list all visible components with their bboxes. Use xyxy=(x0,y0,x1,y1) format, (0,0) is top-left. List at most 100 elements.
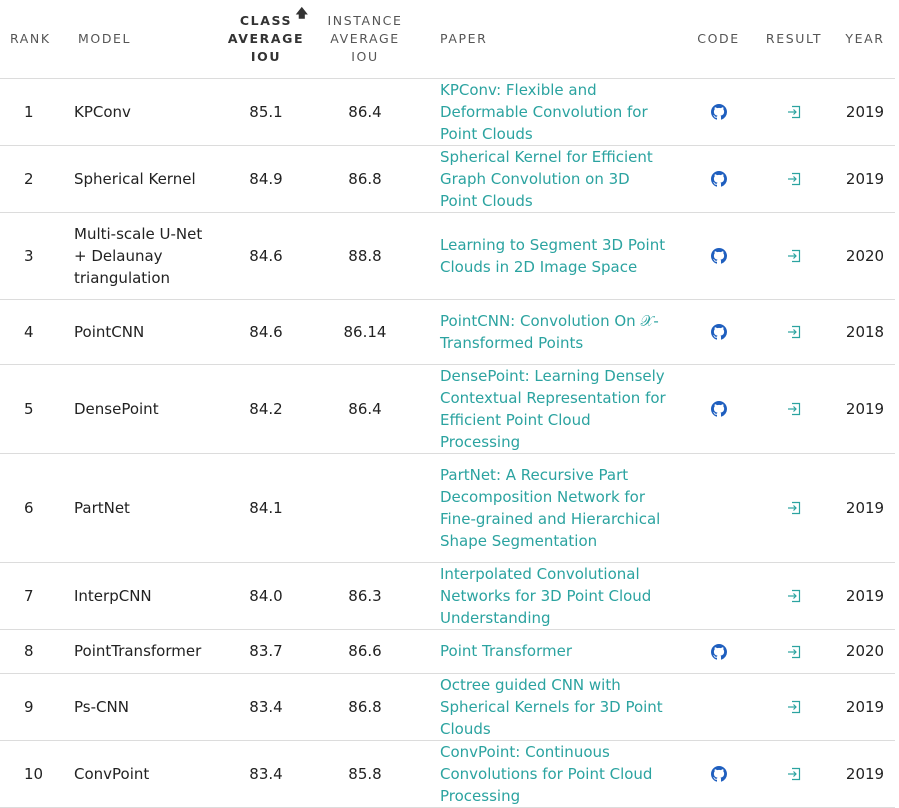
github-icon[interactable] xyxy=(710,103,727,121)
year-cell: 2018 xyxy=(835,299,895,365)
paper-link[interactable]: KPConv: Flexible and Deformable Convolut… xyxy=(440,79,670,145)
code-cell xyxy=(684,78,753,146)
paper-link[interactable]: Spherical Kernel for Efficient Graph Con… xyxy=(440,146,670,212)
paper-link[interactable]: Interpolated Convolutional Networks for … xyxy=(440,563,670,629)
result-link-icon[interactable] xyxy=(786,698,802,716)
table-row[interactable]: 3 Multi-scale U-Net + Delaunay triangulat… xyxy=(0,212,895,300)
table-body: 1 KPConv 85.1 86.4 KPConv: Flexible and Defo… xyxy=(0,78,895,808)
result-link-icon[interactable] xyxy=(786,499,802,517)
class-average-iou-cell: 84.6 xyxy=(220,212,312,300)
header-class-average-iou-label: CLASS AVERAGE IOU xyxy=(227,12,305,64)
table-row[interactable]: 1 KPConv 85.1 86.4 KPConv: Flexible and Defo… xyxy=(0,78,895,146)
code-cell xyxy=(684,299,753,365)
year-cell: 2019 xyxy=(835,145,895,213)
result-link-icon[interactable] xyxy=(786,587,802,605)
table-row[interactable]: 9 Ps-CNN 83.4 86.8 Octree guided CNN with Sp… xyxy=(0,673,895,741)
header-result[interactable]: RESULT xyxy=(753,0,835,79)
class-average-iou-cell: 84.0 xyxy=(220,562,312,630)
table-row[interactable]: 5 DensePoint 84.2 86.4 DensePoint: Learning … xyxy=(0,364,895,454)
result-link-icon[interactable] xyxy=(786,642,802,660)
code-cell xyxy=(684,212,753,300)
year-cell: 2019 xyxy=(835,453,895,563)
paper-link[interactable]: Octree guided CNN with Spherical Kernels… xyxy=(440,674,670,740)
header-class-average-iou[interactable]: CLASS AVERAGE IOU 🡅 xyxy=(220,0,312,79)
result-cell xyxy=(753,364,835,454)
rank-cell: 5 xyxy=(0,364,60,454)
rank-cell: 4 xyxy=(0,299,60,365)
instance-average-iou-cell: 86.8 xyxy=(312,673,418,741)
class-average-iou-cell: 85.1 xyxy=(220,78,312,146)
paper-cell: Interpolated Convolutional Networks for … xyxy=(418,562,684,630)
rank-cell: 3 xyxy=(0,212,60,300)
model-cell: DensePoint xyxy=(60,364,220,454)
year-cell: 2019 xyxy=(835,78,895,146)
result-cell xyxy=(753,78,835,146)
header-row: RANK MODEL CLASS AVERAGE IOU 🡅 INSTANCE … xyxy=(0,0,895,79)
result-link-icon[interactable] xyxy=(786,170,802,188)
instance-average-iou-cell: 85.8 xyxy=(312,740,418,808)
header-year[interactable]: YEAR xyxy=(835,0,895,79)
code-cell xyxy=(684,364,753,454)
table-row[interactable]: 6 PartNet 84.1 PartNet: A Recursive Part De… xyxy=(0,453,895,563)
table-row[interactable]: 4 PointCNN 84.6 86.14 PointCNN: Convolution … xyxy=(0,299,895,365)
instance-average-iou-cell: 88.8 xyxy=(312,212,418,300)
result-link-icon[interactable] xyxy=(786,765,802,783)
github-icon[interactable] xyxy=(710,247,727,265)
class-average-iou-cell: 83.4 xyxy=(220,673,312,741)
rank-cell: 8 xyxy=(0,629,60,674)
paper-link[interactable]: PointCNN: Convolution On 𝒳-Transformed P… xyxy=(440,310,670,354)
result-link-icon[interactable] xyxy=(786,323,802,341)
paper-cell: DensePoint: Learning Densely Contextual … xyxy=(418,364,684,454)
paper-link[interactable]: PartNet: A Recursive Part Decomposition … xyxy=(440,464,670,552)
model-cell: KPConv xyxy=(60,78,220,146)
paper-cell: ConvPoint: Continuous Convolutions for P… xyxy=(418,740,684,808)
paper-link[interactable]: Learning to Segment 3D Point Clouds in 2… xyxy=(440,234,670,278)
result-link-icon[interactable] xyxy=(786,247,802,265)
github-icon[interactable] xyxy=(710,323,727,341)
github-icon[interactable] xyxy=(710,765,727,783)
code-cell xyxy=(684,740,753,808)
header-model[interactable]: MODEL xyxy=(60,0,220,79)
class-average-iou-cell: 83.7 xyxy=(220,629,312,674)
header-rank[interactable]: RANK xyxy=(0,0,60,79)
header-paper[interactable]: PAPER xyxy=(418,0,684,79)
header-code[interactable]: CODE xyxy=(684,0,753,79)
github-icon[interactable] xyxy=(710,170,727,188)
instance-average-iou-cell: 86.3 xyxy=(312,562,418,630)
table-row[interactable]: 10 ConvPoint 83.4 85.8 ConvPoint: Continuous… xyxy=(0,740,895,808)
code-cell xyxy=(684,145,753,213)
code-cell xyxy=(684,453,753,563)
paper-cell: Spherical Kernel for Efficient Graph Con… xyxy=(418,145,684,213)
table-row[interactable]: 8 PointTransformer 83.7 86.6 Point Transform… xyxy=(0,629,895,674)
year-cell: 2020 xyxy=(835,212,895,300)
instance-average-iou-cell: 86.8 xyxy=(312,145,418,213)
github-icon[interactable] xyxy=(710,642,727,660)
result-cell xyxy=(753,629,835,674)
class-average-iou-cell: 84.1 xyxy=(220,453,312,563)
rank-cell: 10 xyxy=(0,740,60,808)
paper-cell: Point Transformer xyxy=(418,629,684,674)
instance-average-iou-cell: 86.4 xyxy=(312,78,418,146)
rank-cell: 1 xyxy=(0,78,60,146)
model-cell: Multi-scale U-Net + Delaunay triangulati… xyxy=(60,212,220,300)
result-cell xyxy=(753,212,835,300)
code-cell xyxy=(684,673,753,741)
rank-cell: 6 xyxy=(0,453,60,563)
result-cell xyxy=(753,145,835,213)
result-cell xyxy=(753,673,835,741)
result-cell xyxy=(753,562,835,630)
github-icon[interactable] xyxy=(710,400,727,418)
model-cell: PointTransformer xyxy=(60,629,220,674)
result-link-icon[interactable] xyxy=(786,400,802,418)
paper-cell: PartNet: A Recursive Part Decomposition … xyxy=(418,453,684,563)
paper-link[interactable]: ConvPoint: Continuous Convolutions for P… xyxy=(440,741,670,807)
paper-cell: PointCNN: Convolution On 𝒳-Transformed P… xyxy=(418,299,684,365)
result-link-icon[interactable] xyxy=(786,103,802,121)
paper-cell: KPConv: Flexible and Deformable Convolut… xyxy=(418,78,684,146)
table-row[interactable]: 7 InterpCNN 84.0 86.3 Interpolated Convoluti… xyxy=(0,562,895,630)
header-instance-average-iou[interactable]: INSTANCE AVERAGE IOU xyxy=(312,0,418,79)
paper-link[interactable]: DensePoint: Learning Densely Contextual … xyxy=(440,365,670,453)
year-cell: 2020 xyxy=(835,629,895,674)
table-row[interactable]: 2 Spherical Kernel 84.9 86.8 Spherical Kerne… xyxy=(0,145,895,213)
paper-link[interactable]: Point Transformer xyxy=(440,640,670,662)
